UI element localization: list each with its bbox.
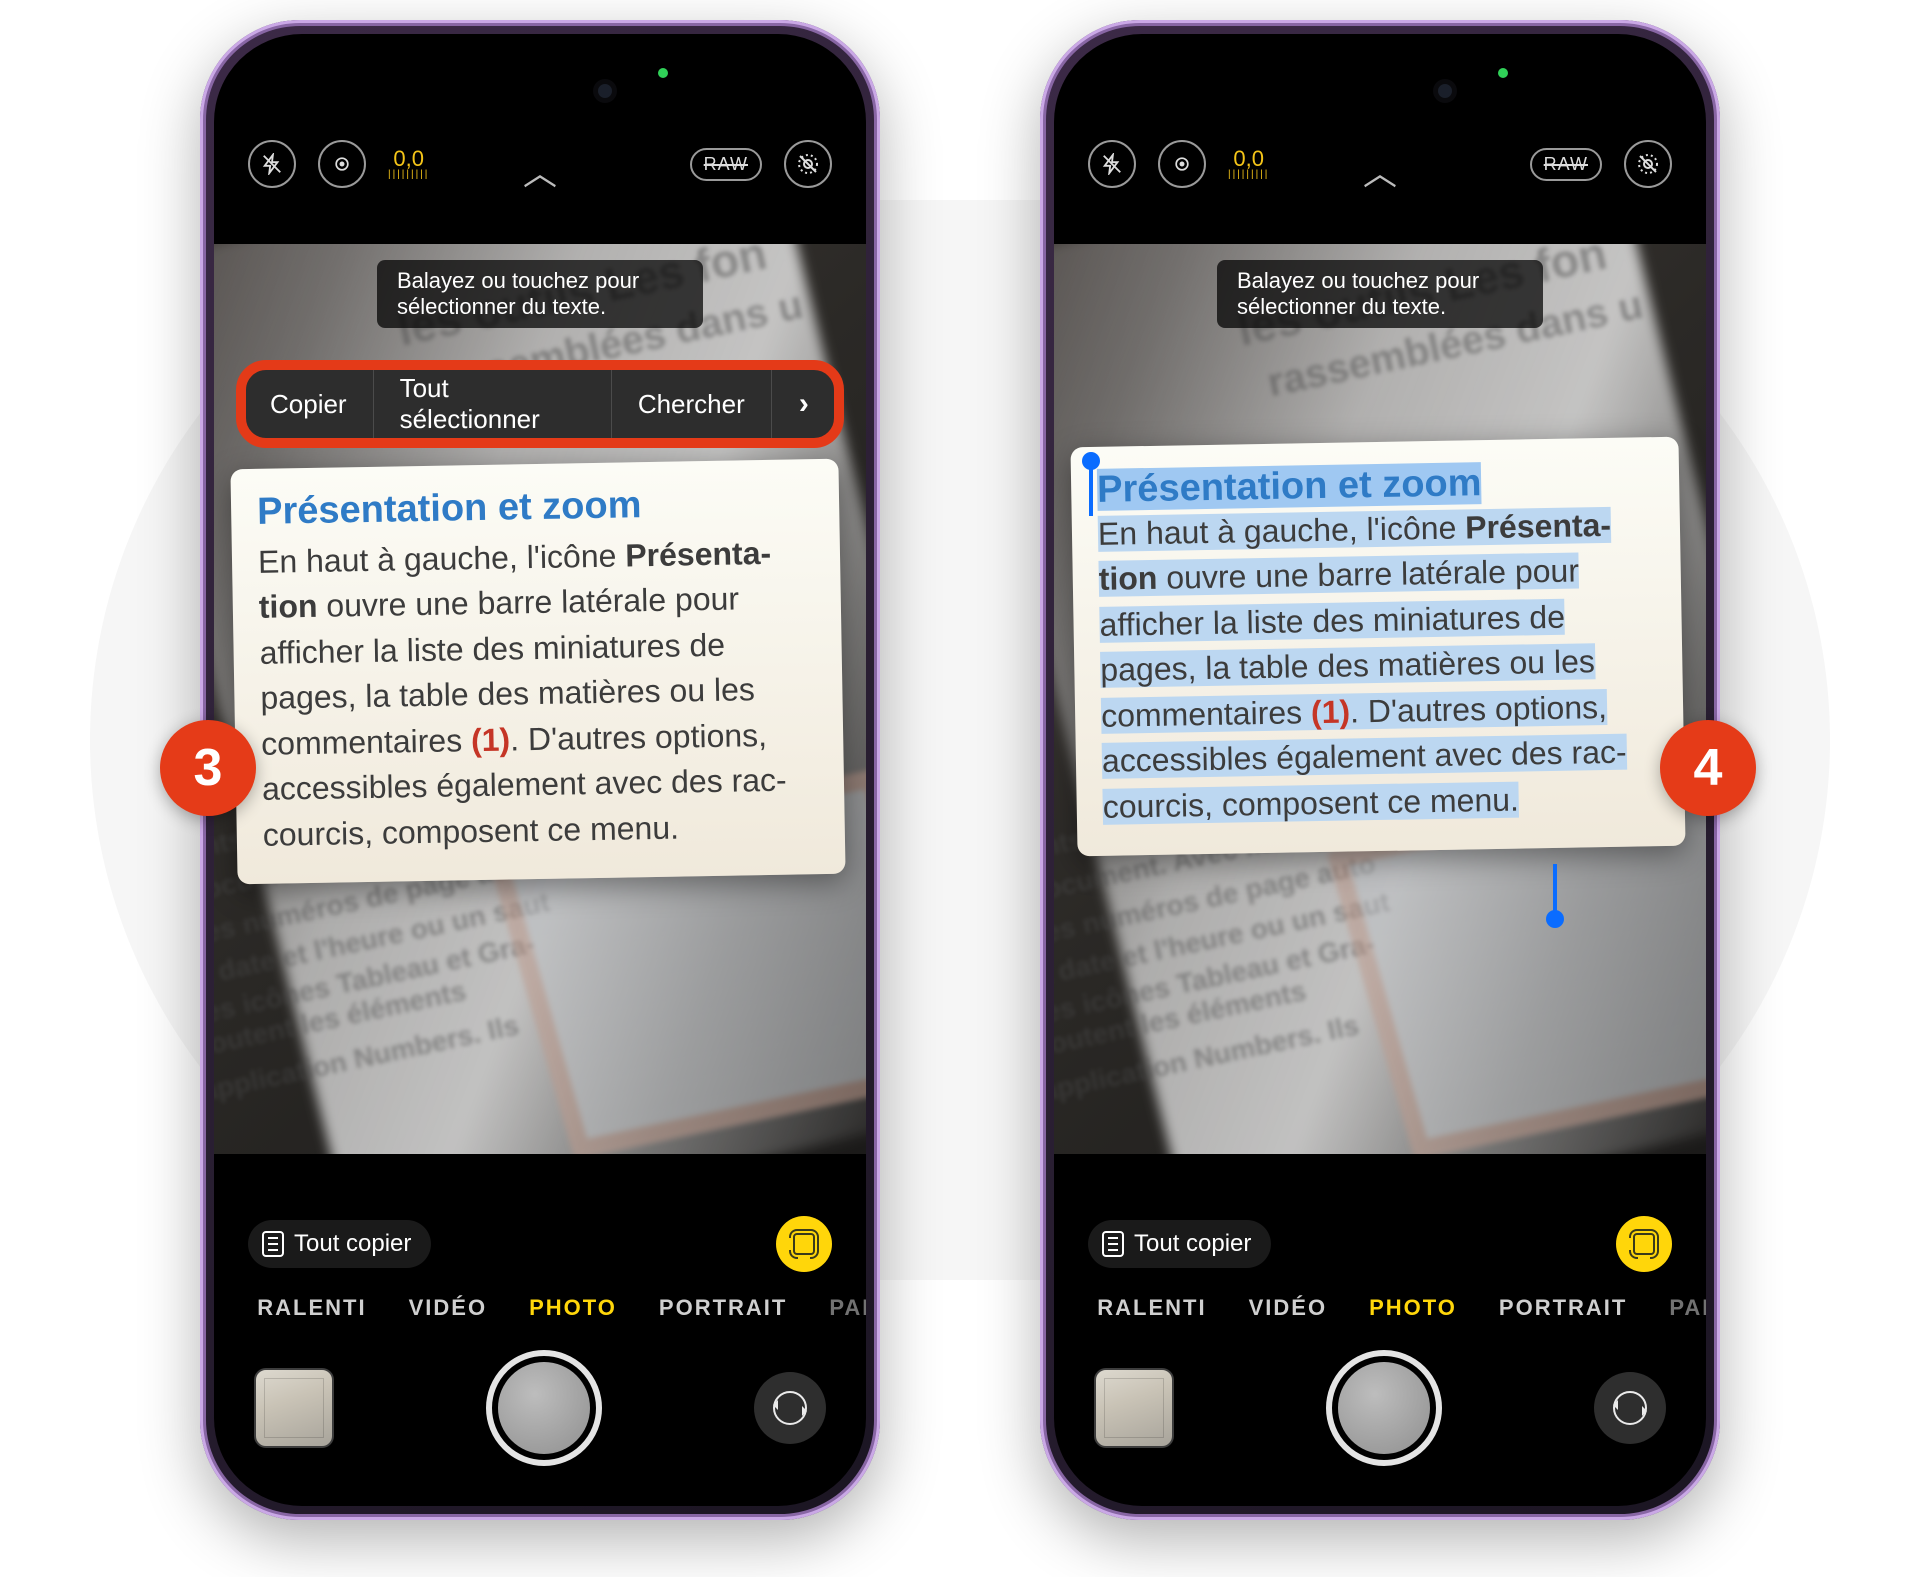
copy-all-button[interactable]: Tout copier (248, 1220, 431, 1268)
recognized-text-panel-selected[interactable]: Présentation et zoom En haut à gauche, l… (1070, 437, 1685, 857)
expand-controls-icon[interactable]: ︿ (523, 146, 557, 195)
last-photo-thumbnail[interactable] (1094, 1368, 1174, 1448)
recording-indicator (1498, 68, 1508, 78)
expand-controls-icon[interactable]: ︿ (1363, 146, 1397, 195)
document-icon (1102, 1231, 1124, 1257)
live-photo-button[interactable] (1624, 140, 1672, 188)
menu-search[interactable]: Chercher (611, 368, 771, 440)
menu-select-all[interactable]: Tout sélectionner (373, 368, 611, 440)
menu-copy[interactable]: Copier (244, 368, 373, 440)
live-text-button[interactable] (1616, 1216, 1672, 1272)
panel-body[interactable]: En haut à gauche, l'icône Présenta-tion … (258, 530, 819, 858)
camera-mode-strip[interactable]: RÉ RALENTI VIDÉO PHOTO PORTRAIT PANO (214, 1280, 866, 1336)
ev-value: 0,0 (1228, 148, 1269, 170)
flash-button[interactable] (248, 140, 296, 188)
recording-indicator (658, 68, 668, 78)
menu-more-icon[interactable]: › (771, 368, 836, 440)
live-photo-button[interactable] (784, 140, 832, 188)
copy-all-label: Tout copier (294, 1230, 411, 1258)
mode-pano[interactable]: PANO (829, 1295, 866, 1321)
last-photo-thumbnail[interactable] (254, 1368, 334, 1448)
mode-video[interactable]: VIDÉO (1249, 1295, 1327, 1321)
mode-ralenti[interactable]: RALENTI (257, 1295, 366, 1321)
ev-readout[interactable]: 0,0 ||||||||| (1228, 148, 1269, 180)
phone-right: 0,0 ||||||||| RAW ︿ les outils Les fon r… (1040, 20, 1720, 1520)
mode-photo[interactable]: PHOTO (529, 1295, 617, 1321)
mode-edge-left[interactable]: RÉ (214, 1295, 215, 1321)
night-mode-button[interactable] (1158, 140, 1206, 188)
switch-camera-icon (773, 1391, 807, 1425)
switch-camera-button[interactable] (754, 1372, 826, 1444)
mode-video[interactable]: VIDÉO (409, 1295, 487, 1321)
dynamic-island (440, 62, 640, 120)
step-badge-3: 3 (160, 720, 256, 816)
night-mode-button[interactable] (318, 140, 366, 188)
ev-value: 0,0 (388, 148, 429, 170)
raw-toggle[interactable]: RAW (690, 148, 762, 181)
ev-readout[interactable]: 0,0 ||||||||| (388, 148, 429, 180)
ev-scale: ||||||||| (388, 170, 429, 180)
switch-camera-icon (1613, 1391, 1647, 1425)
text-action-menu: Copier Tout sélectionner Chercher › (244, 368, 836, 440)
camera-mode-strip[interactable]: RÉ RALENTI VIDÉO PHOTO PORTRAIT PANO (1054, 1280, 1706, 1336)
raw-toggle[interactable]: RAW (1530, 148, 1602, 181)
step-badge-4: 4 (1660, 720, 1756, 816)
recognized-text-panel[interactable]: Présentation et zoom En haut à gauche, l… (230, 459, 845, 885)
copy-all-label: Tout copier (1134, 1230, 1251, 1258)
panel-body[interactable]: En haut à gauche, l'icône Présenta- tion… (1098, 507, 1627, 825)
flash-button[interactable] (1088, 140, 1136, 188)
shutter-button[interactable] (1326, 1350, 1442, 1466)
shutter-button[interactable] (486, 1350, 602, 1466)
mode-portrait[interactable]: PORTRAIT (659, 1295, 787, 1321)
mode-ralenti[interactable]: RALENTI (1097, 1295, 1206, 1321)
live-text-hint: Balayez ou touchez pour sélectionner du … (377, 260, 703, 328)
ev-scale: ||||||||| (1228, 170, 1269, 180)
mode-pano[interactable]: PANO (1669, 1295, 1706, 1321)
copy-all-button[interactable]: Tout copier (1088, 1220, 1271, 1268)
selection-start-handle[interactable] (1082, 452, 1100, 470)
dynamic-island (1280, 62, 1480, 120)
document-icon (262, 1231, 284, 1257)
mode-edge-left[interactable]: RÉ (1054, 1295, 1055, 1321)
switch-camera-button[interactable] (1594, 1372, 1666, 1444)
panel-title[interactable]: Présentation et zoom (1097, 462, 1482, 511)
mode-portrait[interactable]: PORTRAIT (1499, 1295, 1627, 1321)
live-text-hint: Balayez ou touchez pour sélectionner du … (1217, 260, 1543, 328)
panel-title[interactable]: Présentation et zoom (257, 481, 814, 534)
selection-end-handle[interactable] (1546, 910, 1564, 928)
live-text-button[interactable] (776, 1216, 832, 1272)
mode-photo[interactable]: PHOTO (1369, 1295, 1457, 1321)
phone-left: 0,0 ||||||||| RAW ︿ les outils Les fon r… (200, 20, 880, 1520)
